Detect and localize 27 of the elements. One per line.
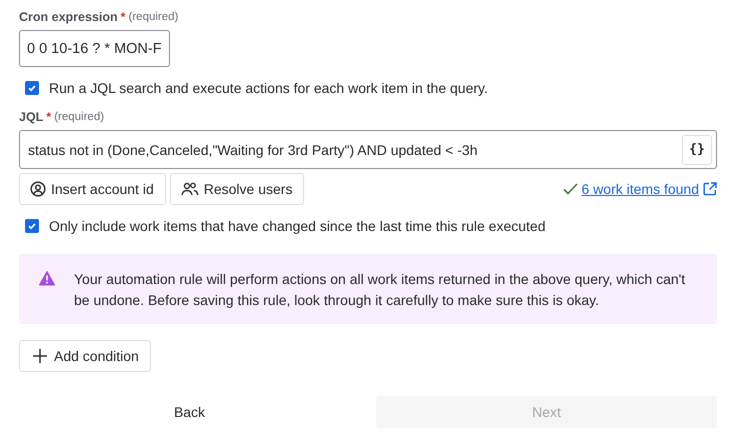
checkbox-label: Only include work items that have changed since the last time this rule executed [49, 218, 546, 234]
work-items-link[interactable]: 6 work items found [582, 181, 699, 197]
jql-value: status not in (Done,Canceled,"Waiting for 3rd Party") AND updated < -3h [28, 142, 478, 158]
checkmark-icon [27, 221, 37, 231]
required-hint: (required) [128, 11, 178, 23]
checkbox[interactable] [25, 81, 39, 95]
cron-field[interactable]: 0 0 10-16 ? * MON-F [19, 30, 170, 67]
format-button[interactable]: {} [682, 134, 712, 164]
plus-icon [33, 349, 47, 363]
insert-account-button[interactable]: Insert account id [19, 173, 166, 205]
add-condition-button[interactable]: Add condition [19, 340, 151, 372]
checkbox[interactable] [25, 219, 39, 233]
field-label: Cron expression [19, 10, 118, 24]
required-asterisk: * [46, 110, 52, 124]
checkmark-icon [27, 83, 37, 93]
check-icon [562, 183, 578, 195]
field-label: JQL [19, 110, 44, 124]
jql-field[interactable]: status not in (Done,Canceled,"Waiting for 3rd Party") AND updated < -3h {} [19, 130, 717, 169]
user-icon [30, 181, 46, 197]
required-asterisk: * [120, 10, 126, 24]
external-link-icon[interactable] [703, 182, 717, 196]
checkbox-label: Run a JQL search and execute actions for each work item in the query. [49, 80, 488, 96]
warning-icon [39, 271, 55, 286]
required-hint: (required) [54, 111, 104, 123]
warning-message: Your automation rule will perform actions on all work items returned in the above query, which can't be undone. Before saving this rule, look through it carefully to make sure this is okay. [74, 270, 686, 310]
users-icon [180, 182, 199, 196]
resolve-users-button[interactable]: Resolve users [170, 173, 304, 205]
